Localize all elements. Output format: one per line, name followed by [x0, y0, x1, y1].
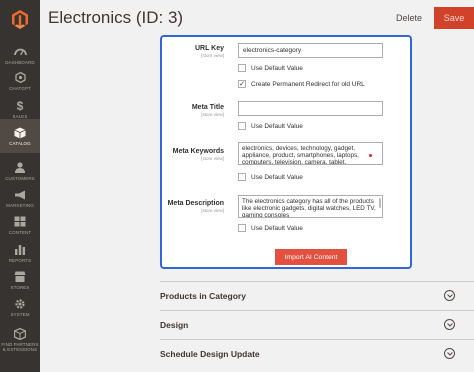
admin-sidebar: Dashboard Chatgpt $ Sales Catalog Custom… — [0, 0, 40, 372]
gear-icon — [13, 298, 27, 310]
meta-title-input[interactable] — [238, 101, 383, 116]
chevron-down-icon[interactable] — [444, 348, 455, 359]
dashboard-icon — [13, 46, 27, 58]
section-products-in-category[interactable]: Products in Category — [160, 281, 474, 310]
meta-description-label-text: Meta Description — [167, 200, 224, 207]
permanent-redirect-option[interactable]: ✓ Create Permanent Redirect for old URL — [238, 80, 365, 88]
nav-catalog-label: Catalog — [9, 140, 31, 146]
magento-logo[interactable] — [0, 0, 40, 38]
url-key-label-text: URL Key — [194, 45, 224, 52]
nav-sales-label: Sales — [12, 113, 28, 119]
nav-customers-label: Customers — [5, 175, 35, 181]
chevron-down-icon[interactable] — [444, 319, 455, 330]
meta-description-use-default-checkbox[interactable] — [238, 224, 246, 232]
dollar-icon: $ — [16, 98, 24, 113]
meta-title-label: Meta Title [store view] — [192, 104, 224, 117]
meta-keywords-use-default[interactable]: Use Default Value — [238, 173, 303, 181]
page-title: Electronics (ID: 3) — [48, 8, 184, 27]
url-key-label: URL Key [store view] — [195, 45, 224, 58]
meta-keywords-scope: [store view] — [201, 156, 224, 161]
meta-description-use-default[interactable]: Use Default Value — [238, 224, 303, 232]
grammar-check-dot-icon — [369, 154, 372, 157]
meta-title-scope: [store view] — [201, 112, 224, 117]
section-schedule-design-update[interactable]: Schedule Design Update — [160, 339, 474, 368]
url-key-use-default-checkbox[interactable] — [238, 64, 246, 72]
import-ai-content-button[interactable]: Import AI Content — [275, 249, 347, 265]
catalog-icon — [13, 127, 27, 139]
url-key-scope: [store view] — [201, 53, 224, 58]
nav-marketing-label: Marketing — [6, 202, 34, 208]
section-title: Products in Category — [160, 291, 246, 301]
meta-title-use-default-label: Use Default Value — [251, 122, 303, 130]
magento-logo-icon — [12, 9, 28, 29]
nav-content-label: Content — [8, 229, 32, 235]
bar-chart-icon — [13, 244, 27, 256]
meta-description-scope: [store view] — [201, 208, 224, 213]
seo-fields-panel: URL Key [store view] Use Default Value ✓… — [160, 35, 412, 269]
meta-keywords-textarea[interactable]: electronics, devices, technology, gadget… — [238, 142, 383, 165]
section-title: Design — [160, 320, 189, 330]
meta-title-label-text: Meta Title — [191, 104, 224, 111]
content-icon — [13, 216, 27, 228]
stores-icon — [13, 271, 27, 283]
permanent-redirect-label: Create Permanent Redirect for old URL — [251, 80, 365, 88]
megaphone-icon — [13, 189, 27, 201]
url-key-input[interactable] — [238, 43, 383, 58]
delete-button[interactable]: Delete — [388, 8, 430, 28]
meta-keywords-label-text: Meta Keywords — [172, 148, 224, 155]
meta-keywords-label: Meta Keywords [store view] — [173, 148, 224, 161]
meta-description-label: Meta Description [store view] — [168, 200, 224, 213]
nav-find-partners-label: Find Partners & Extensions — [1, 342, 39, 352]
url-key-use-default[interactable]: Use Default Value — [238, 64, 303, 72]
chatgpt-icon — [13, 72, 27, 84]
meta-description-scrollbar[interactable] — [379, 198, 381, 208]
checkmark-icon: ✓ — [239, 80, 245, 88]
section-design[interactable]: Design — [160, 310, 474, 339]
chevron-down-icon[interactable] — [444, 290, 455, 301]
nav-system[interactable]: System — [0, 290, 40, 324]
meta-description-field: The electronics category has all of the … — [238, 195, 383, 218]
section-title: Schedule Design Update — [160, 349, 260, 359]
nav-system-label: System — [10, 311, 30, 317]
meta-description-textarea[interactable]: The electronics category has all of the … — [238, 195, 383, 218]
customers-icon — [13, 162, 27, 174]
permanent-redirect-checkbox[interactable]: ✓ — [238, 80, 246, 88]
nav-find-partners[interactable]: Find Partners & Extensions — [0, 320, 40, 360]
url-key-use-default-label: Use Default Value — [251, 64, 303, 72]
cube-icon — [13, 328, 27, 340]
meta-title-use-default[interactable]: Use Default Value — [238, 122, 303, 130]
save-button[interactable]: Save — [434, 7, 474, 29]
nav-catalog[interactable]: Catalog — [0, 119, 40, 153]
meta-title-use-default-checkbox[interactable] — [238, 122, 246, 130]
nav-reports-label: Reports — [8, 257, 32, 263]
nav-stores-label: Stores — [10, 284, 30, 290]
meta-keywords-use-default-checkbox[interactable] — [238, 173, 246, 181]
meta-keywords-use-default-label: Use Default Value — [251, 173, 303, 181]
meta-description-use-default-label: Use Default Value — [251, 224, 303, 232]
nav-chatgpt-label: Chatgpt — [9, 85, 31, 91]
